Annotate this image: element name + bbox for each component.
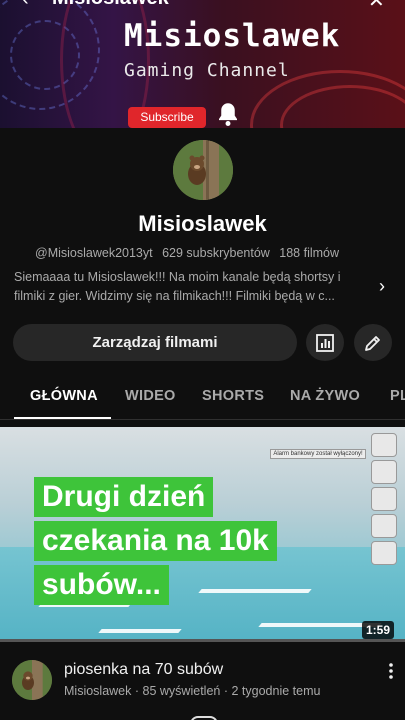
video-channel-name: Misioslawek [64, 684, 132, 698]
video-progress-track [0, 639, 405, 642]
channel-banner: Misioslawek Gaming Channel Subscribe [0, 0, 405, 128]
analytics-button[interactable] [306, 324, 344, 361]
bell-icon [219, 103, 237, 126]
video-count: 188 filmów [279, 246, 340, 260]
video-channel-avatar[interactable] [12, 660, 52, 700]
video-view-count: 85 wyświetleń [142, 684, 221, 698]
channel-name: Misioslawek [138, 211, 267, 236]
tab-playlists[interactable]: PL [390, 388, 405, 404]
tab-live[interactable]: NA ŻYWO [290, 388, 360, 404]
top-bar-title: Misioslawek [52, 0, 169, 10]
featured-video-thumbnail[interactable]: Alarm bankowy został wyłączony! Drugi dz… [0, 427, 405, 641]
more-options-icon[interactable] [383, 661, 399, 681]
manage-videos-button[interactable]: Zarządzaj filmami [13, 324, 297, 361]
top-app-bar: ‹ Misioslawek ✕ [0, 0, 405, 10]
video-duration-badge: 1:59 [362, 621, 395, 639]
bottom-nav-edge [190, 716, 218, 720]
back-arrow-icon[interactable]: ‹ [22, 0, 29, 10]
channel-handle: @Misioslawek2013yt [35, 246, 153, 260]
pencil-icon [365, 335, 380, 351]
game-hud-message: Alarm bankowy został wyłączony! [270, 449, 366, 459]
channel-meta: @Misioslawek2013yt 629 subskrybentów 188… [35, 246, 385, 260]
video-title[interactable]: piosenka na 70 subów [64, 661, 223, 679]
game-side-panel [371, 433, 399, 583]
edit-channel-button[interactable] [354, 324, 392, 361]
channel-avatar[interactable] [173, 140, 233, 200]
channel-tabs: GŁÓWNA WIDEO SHORTS NA ŻYWO PL [0, 378, 405, 420]
active-tab-indicator [14, 417, 111, 419]
banner-title: Misioslawek [124, 18, 341, 54]
banner-subscribe-graphic: Subscribe [128, 107, 206, 128]
video-age: 2 tygodnie temu [231, 684, 321, 698]
thumbnail-text-line-1: Drugi dzień [34, 477, 214, 517]
avatar-image [12, 660, 52, 700]
tab-shorts[interactable]: SHORTS [202, 388, 264, 404]
tab-videos[interactable]: WIDEO [125, 388, 176, 404]
banner-subtitle: Gaming Channel [124, 60, 290, 81]
channel-description[interactable]: Siemaaaa tu Misioslawek!!! Na moim kanal… [14, 268, 374, 306]
subscriber-count: 629 subskrybentów [162, 246, 270, 260]
tab-home[interactable]: GŁÓWNA [30, 388, 98, 404]
description-more-chevron-icon[interactable]: › [379, 276, 385, 297]
close-icon[interactable]: ✕ [368, 0, 385, 10]
video-subtitle: Misioslawek · 85 wyświetleń · 2 tygodnie… [64, 684, 321, 698]
thumbnail-text-line-2: czekania na 10k [34, 521, 277, 561]
avatar-image [173, 140, 233, 200]
thumbnail-text-line-3: subów... [34, 565, 169, 605]
analytics-icon [316, 333, 334, 352]
